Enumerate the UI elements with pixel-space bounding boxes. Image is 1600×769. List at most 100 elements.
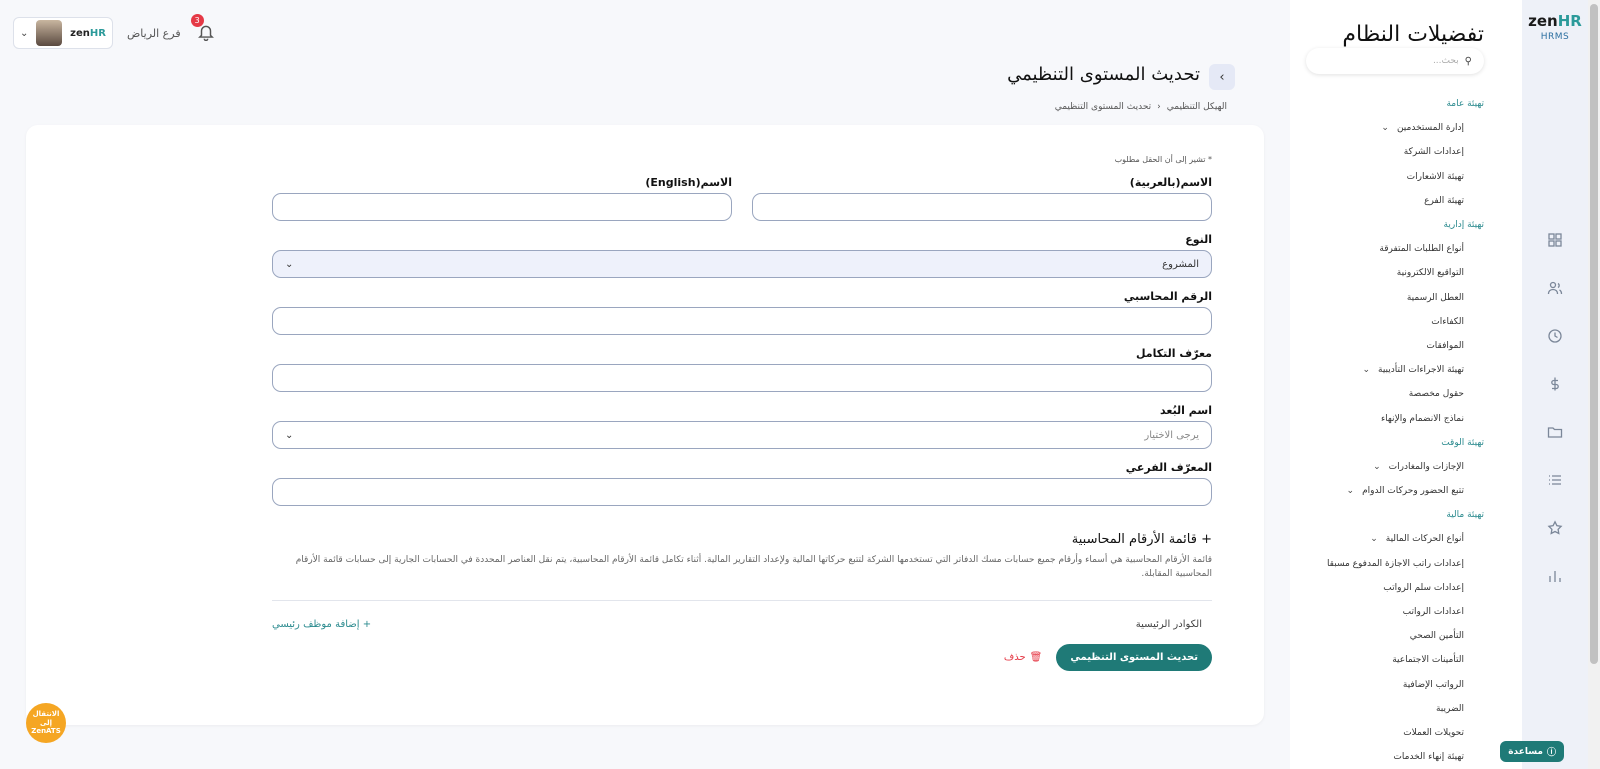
sub-id-label: المعرّف الفرعي — [1125, 461, 1212, 474]
grid-icon[interactable] — [1547, 232, 1563, 248]
sidebar-search[interactable]: ⚲ بحث... — [1306, 48, 1484, 74]
dollar-icon[interactable] — [1547, 376, 1563, 392]
delete-button[interactable]: 🗑 حذف — [1004, 652, 1043, 663]
sidebar-item-label: تهيئة مالية — [1446, 510, 1484, 521]
update-button[interactable]: تحديث المستوى التنظيمي — [1056, 643, 1212, 671]
divider — [272, 599, 1212, 601]
sidebar-item-label: أنواع الطلبات المتفرقة — [1379, 244, 1464, 255]
branch-name[interactable]: فرع الرياض — [127, 27, 181, 40]
type-select[interactable]: المشروع ⌄ — [272, 250, 1212, 278]
sidebar-item[interactable]: اعدادات الرواتب — [1294, 600, 1484, 624]
sidebar-item-label: تهيئة الاشعارات — [1406, 171, 1464, 182]
sidebar-section: تهيئة إدارية — [1294, 213, 1484, 237]
folder-icon[interactable] — [1547, 424, 1563, 440]
settings-sidebar: تفضيلات النظام ⚲ بحث... تهيئة عامة إدارة … — [1290, 0, 1522, 769]
name-ar-label: الاسم(بالعربية) — [1129, 176, 1212, 189]
sidebar-item[interactable]: التأمينات الاجتماعية — [1294, 648, 1484, 672]
account-number-label: الرقم المحاسبي — [1123, 290, 1212, 303]
sidebar-item-label: الرواتب الإضافية — [1402, 679, 1464, 690]
chevron-down-icon: ⌄ — [1373, 461, 1381, 472]
page-scrollbar[interactable] — [1588, 0, 1600, 769]
sidebar-item[interactable]: تهيئة الاجراءات التأديبية ⌄ — [1294, 358, 1484, 382]
sidebar-item-label: تهيئة الفرع — [1424, 195, 1464, 206]
list-icon[interactable] — [1547, 472, 1563, 488]
sidebar-item[interactable]: تتبع الحضور وحركات الدوام ⌄ — [1294, 479, 1484, 503]
logo-sub: HRMS — [1540, 32, 1570, 42]
dimension-label: اسم البُعد — [1160, 404, 1212, 417]
sidebar-item-label: الموافقات — [1426, 340, 1464, 351]
sidebar-item[interactable]: الضريبة — [1294, 697, 1484, 721]
sidebar-item-label: أنواع الحركات المالية — [1385, 534, 1464, 545]
chevron-down-icon: ⌄ — [1381, 123, 1389, 134]
sidebar-item-label: الضريبة — [1435, 703, 1464, 714]
sidebar-item[interactable]: حقول مخصصة — [1294, 382, 1484, 406]
sidebar-item-label: تهيئة إدارية — [1443, 220, 1484, 231]
back-button[interactable]: ‹ — [1209, 64, 1235, 90]
sidebar-item[interactable]: إعدادات راتب الاجازة المدفوع مسبقا — [1294, 552, 1484, 576]
notifications-button[interactable]: 3 — [190, 14, 217, 43]
name-en-input[interactable] — [272, 193, 732, 221]
sidebar-item[interactable]: أنواع الطلبات المتفرقة — [1294, 237, 1484, 261]
add-key-staff-button[interactable]: + إضافة موظف رئيسي — [272, 619, 371, 630]
sidebar-item-label: إعدادات سلم الرواتب — [1383, 582, 1464, 593]
sidebar-item-label: العطل الرسمية — [1406, 292, 1464, 303]
sidebar-item[interactable]: تهيئة إنهاء الخدمات — [1294, 745, 1484, 769]
sidebar-item[interactable]: إعدادات سلم الرواتب — [1294, 576, 1484, 600]
chevron-down-icon: ⌄ — [20, 27, 29, 39]
sidebar-item-label: تتبع الحضور وحركات الدوام — [1362, 486, 1464, 497]
sidebar-item-label: نماذج الانضمام والإنهاء — [1380, 413, 1464, 424]
sub-id-input[interactable] — [272, 478, 1212, 506]
dimension-placeholder: يرجى الاختيار — [1144, 429, 1199, 441]
name-ar-input[interactable] — [752, 193, 1212, 221]
sidebar-item-label: اعدادات الرواتب — [1402, 607, 1464, 618]
help-button[interactable]: مساعدة ⓘ — [1500, 741, 1564, 762]
sidebar-section: تهيئة عامة — [1294, 92, 1484, 116]
sidebar-nav: تهيئة عامة إدارة المستخدمين ⌄ إعدادات الشرك… — [1294, 92, 1484, 769]
sidebar-item-label: التأمينات الاجتماعية — [1392, 655, 1464, 666]
sidebar-item[interactable]: الإجازات والمغادرات ⌄ — [1294, 455, 1484, 479]
sidebar-item-label: حقول مخصصة — [1408, 389, 1464, 400]
users-icon[interactable] — [1547, 280, 1563, 296]
sidebar-item[interactable]: إعدادات الشركة — [1294, 140, 1484, 164]
breadcrumb-link[interactable]: الهيكل التنظيمي — [1167, 102, 1227, 112]
dimension-select[interactable]: يرجى الاختيار ⌄ — [272, 421, 1212, 449]
breadcrumb: الهيكل التنظيمي ‹ تحديث المستوى التنظيمي — [1055, 102, 1227, 112]
zenats-line1: الانتقال إلى — [32, 710, 60, 727]
scrollbar-thumb[interactable] — [1590, 4, 1598, 664]
sidebar-item[interactable]: تهيئة الاشعارات — [1294, 165, 1484, 189]
brand-logo[interactable]: zenHR HRMS — [1522, 0, 1588, 42]
chart-icon[interactable] — [1547, 568, 1563, 584]
sidebar-item[interactable]: الرواتب الإضافية — [1294, 673, 1484, 697]
chevron-down-icon: ⌄ — [1370, 534, 1378, 545]
sidebar-item[interactable]: تحويلات العملات — [1294, 721, 1484, 745]
sidebar-item[interactable]: تهيئة الفرع — [1294, 189, 1484, 213]
sidebar-item[interactable]: نماذج الانضمام والإنهاء — [1294, 406, 1484, 430]
notification-badge: 3 — [190, 14, 204, 27]
integration-id-input[interactable] — [272, 364, 1212, 392]
sidebar-item-label: الكفاءات — [1431, 316, 1464, 327]
avatar — [36, 20, 63, 46]
star-icon[interactable] — [1547, 520, 1563, 536]
sidebar-item[interactable]: التواقيع الالكترونية — [1294, 261, 1484, 285]
sidebar-item[interactable]: إدارة المستخدمين ⌄ — [1294, 116, 1484, 140]
sidebar-item-label: تحويلات العملات — [1403, 727, 1464, 738]
sidebar-item[interactable]: العطل الرسمية — [1294, 286, 1484, 310]
type-label: النوع — [1185, 233, 1212, 246]
sidebar-item[interactable]: أنواع الحركات المالية ⌄ — [1294, 527, 1484, 551]
sidebar-item[interactable]: الكفاءات — [1294, 310, 1484, 334]
icon-rail: zenHR HRMS — [1522, 0, 1588, 769]
integration-id-label: معرّف التكامل — [1135, 347, 1212, 360]
sidebar-item-label: إعدادات الشركة — [1403, 147, 1464, 158]
sidebar-item[interactable]: الموافقات — [1294, 334, 1484, 358]
chart-accounts-toggle[interactable]: + قائمة الأرقام المحاسبية — [272, 532, 1212, 547]
account-number-input[interactable] — [272, 307, 1212, 335]
clock-icon[interactable] — [1547, 328, 1563, 344]
search-placeholder: بحث... — [1432, 56, 1459, 66]
sidebar-item-label: تهيئة عامة — [1446, 99, 1484, 110]
sidebar-item[interactable]: التأمين الصحي — [1294, 624, 1484, 648]
chevron-down-icon: ⌄ — [285, 258, 294, 270]
sidebar-item-label: الإجازات والمغادرات — [1388, 461, 1464, 472]
user-menu[interactable]: ⌄ zenHR — [13, 17, 113, 49]
zenats-button[interactable]: الانتقال إلى ZenATS — [26, 703, 66, 743]
question-icon: ⓘ — [1546, 748, 1556, 758]
